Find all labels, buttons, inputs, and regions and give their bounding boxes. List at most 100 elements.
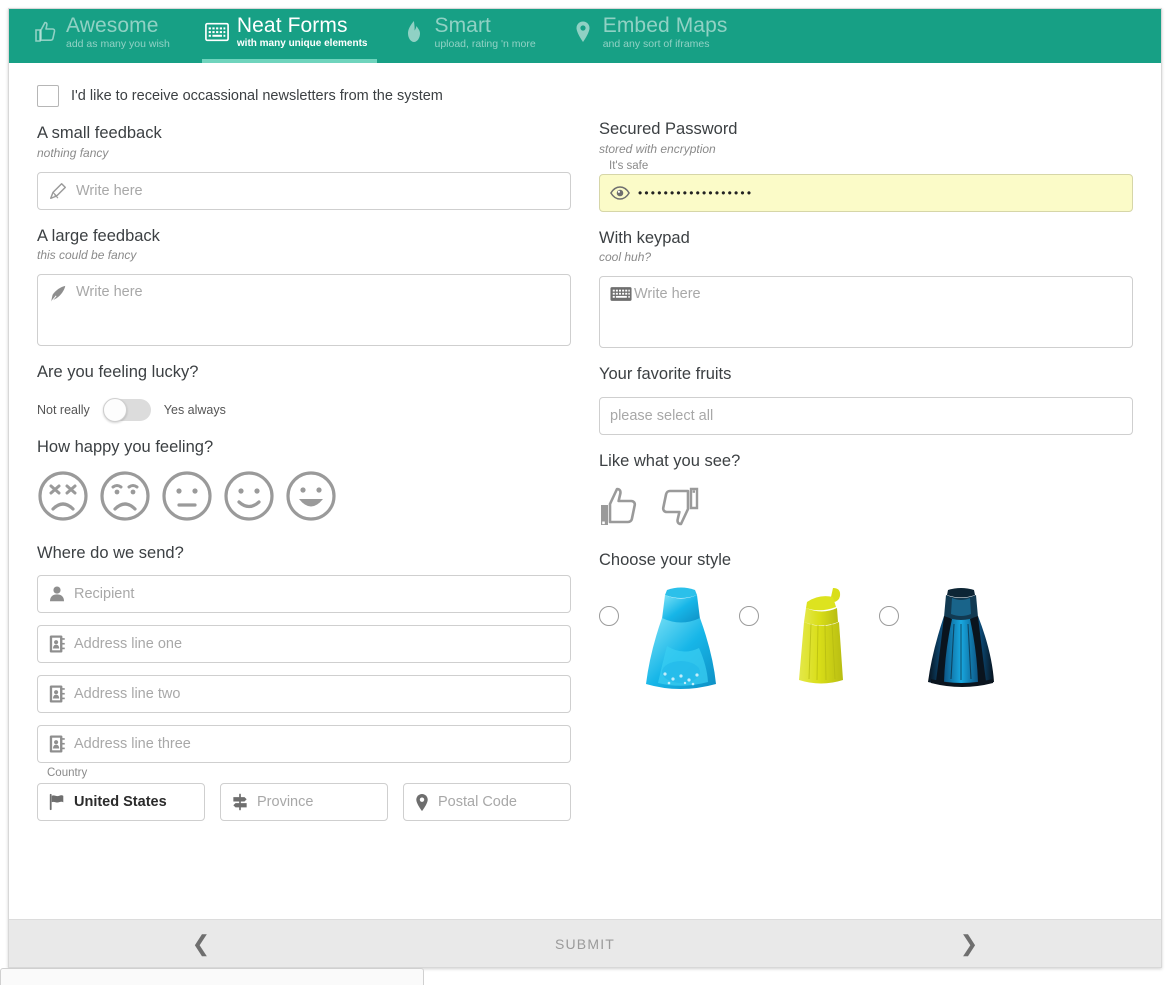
chevron-left-icon: ❮ — [192, 933, 210, 955]
fruits-multiselect[interactable]: please select all — [599, 397, 1133, 435]
keypad-hint: cool huh? — [599, 250, 1133, 264]
submit-button[interactable]: SUBMIT — [393, 920, 777, 967]
tab-title: Awesome — [66, 15, 170, 36]
recipient-placeholder: Recipient — [74, 586, 134, 602]
keypad-textarea[interactable]: Write here — [599, 276, 1133, 348]
keyboard-icon — [610, 286, 632, 302]
tab-subtitle: with many unique elements — [237, 39, 368, 49]
happy-label: How happy you feeling? — [37, 437, 571, 458]
signpost-icon — [231, 793, 249, 811]
background-window-sliver — [0, 968, 424, 985]
tab-subtitle: add as many you wish — [66, 39, 170, 50]
large-feedback-hint: this could be fancy — [37, 248, 571, 262]
password-hint: stored with encryption — [599, 142, 1133, 156]
tab-subtitle: and any sort of iframes — [603, 39, 728, 50]
small-feedback-hint: nothing fancy — [37, 146, 571, 160]
postal-code-placeholder: Postal Code — [438, 794, 517, 810]
address-book-icon — [48, 634, 66, 654]
style-label: Choose your style — [599, 550, 1133, 571]
small-feedback-label: A small feedback — [37, 123, 571, 144]
next-button[interactable]: ❯ — [777, 920, 1161, 967]
tab-subtitle: upload, rating 'n more — [434, 39, 535, 50]
lucky-off-label: Not really — [37, 403, 90, 417]
pencil-write-icon — [48, 181, 68, 201]
smiley-neutral[interactable] — [161, 470, 213, 527]
large-feedback-placeholder: Write here — [76, 284, 143, 300]
address-line-three-input[interactable]: Address line three — [37, 725, 571, 763]
style-option-yellow-dress[interactable] — [739, 584, 865, 694]
form-column-right: Secured Password stored with encryption … — [599, 81, 1133, 919]
newsletter-label: I'd like to receive occassional newslett… — [71, 88, 443, 104]
tab-awesome[interactable]: Awesome add as many you wish — [31, 9, 180, 63]
keypad-placeholder: Write here — [634, 286, 701, 302]
tab-title: Smart — [434, 15, 535, 36]
province-input[interactable]: Province — [220, 783, 388, 821]
small-feedback-placeholder: Write here — [76, 183, 143, 199]
style-option-cyan-ball-gown[interactable] — [599, 584, 725, 694]
tab-neat-forms[interactable]: Neat Forms with many unique elements — [202, 9, 378, 63]
address-line-one-input[interactable]: Address line one — [37, 625, 571, 663]
small-feedback-input[interactable]: Write here — [37, 172, 571, 210]
province-placeholder: Province — [257, 794, 313, 810]
newsletter-checkbox[interactable] — [37, 85, 59, 107]
person-icon — [48, 585, 66, 603]
like-rating-group — [599, 485, 1133, 534]
lucky-toggle[interactable] — [103, 399, 151, 421]
fruits-placeholder: please select all — [610, 408, 713, 424]
smiley-sad[interactable] — [99, 470, 151, 527]
dress-image-cyan-ball-gown[interactable] — [637, 584, 725, 694]
dress-image-black-blue-gown[interactable] — [917, 584, 1005, 694]
submit-label: SUBMIT — [555, 936, 615, 952]
prev-button[interactable]: ❮ — [9, 920, 393, 967]
tab-title: Embed Maps — [603, 15, 728, 36]
style-radio-3[interactable] — [879, 606, 899, 626]
bottom-bar: ❮ SUBMIT ❯ — [9, 919, 1161, 967]
dress-image-yellow-dress[interactable] — [777, 584, 865, 694]
address-line-three-placeholder: Address line three — [74, 736, 191, 752]
style-radio-1[interactable] — [599, 606, 619, 626]
address-line-one-placeholder: Address line one — [74, 636, 182, 652]
fruits-label: Your favorite fruits — [599, 364, 1133, 385]
eye-icon[interactable] — [610, 185, 630, 201]
country-legend: Country — [47, 767, 571, 779]
app-window: Awesome add as many you wish — [8, 8, 1162, 968]
thumbs-down-icon[interactable] — [657, 485, 699, 534]
form-body: I'd like to receive occassional newslett… — [9, 63, 1161, 919]
password-label: Secured Password — [599, 119, 1133, 140]
toggle-knob — [103, 398, 127, 422]
large-feedback-label: A large feedback — [37, 226, 571, 247]
lucky-label: Are you feeling lucky? — [37, 362, 571, 383]
flame-icon — [401, 19, 427, 45]
fountain-pen-icon — [48, 284, 68, 304]
password-input[interactable]: •••••••••••••••••• — [599, 174, 1133, 212]
smiley-grin[interactable] — [285, 470, 337, 527]
password-legend: It's safe — [609, 160, 1133, 172]
country-select[interactable]: United States — [37, 783, 205, 821]
lucky-on-label: Yes always — [164, 403, 226, 417]
tab-embed-maps[interactable]: Embed Maps and any sort of iframes — [568, 9, 738, 63]
address-book-icon — [48, 684, 66, 704]
password-masked-value: •••••••••••••••••• — [638, 187, 753, 199]
country-province-postal-row: United States Province — [37, 780, 571, 821]
keypad-label: With keypad — [599, 228, 1133, 249]
recipient-input[interactable]: Recipient — [37, 575, 571, 613]
form-column-left: I'd like to receive occassional newslett… — [37, 81, 571, 919]
newsletter-checkbox-row[interactable]: I'd like to receive occassional newslett… — [37, 85, 571, 107]
style-option-black-blue-gown[interactable] — [879, 584, 1005, 694]
postal-code-input[interactable]: Postal Code — [403, 783, 571, 821]
smiley-smile[interactable] — [223, 470, 275, 527]
tab-title: Neat Forms — [237, 15, 368, 36]
map-pin-icon — [414, 793, 430, 812]
large-feedback-textarea[interactable]: Write here — [37, 274, 571, 346]
tab-smart[interactable]: Smart upload, rating 'n more — [399, 9, 545, 63]
flag-icon — [48, 793, 66, 811]
style-radio-2[interactable] — [739, 606, 759, 626]
map-pin-icon — [570, 19, 596, 45]
thumbs-up-icon[interactable] — [599, 485, 641, 534]
chevron-right-icon: ❯ — [960, 933, 978, 955]
smiley-angry[interactable] — [37, 470, 89, 527]
address-line-two-input[interactable]: Address line two — [37, 675, 571, 713]
tab-bar: Awesome add as many you wish — [9, 9, 1161, 63]
address-line-two-placeholder: Address line two — [74, 686, 180, 702]
address-book-icon — [48, 734, 66, 754]
